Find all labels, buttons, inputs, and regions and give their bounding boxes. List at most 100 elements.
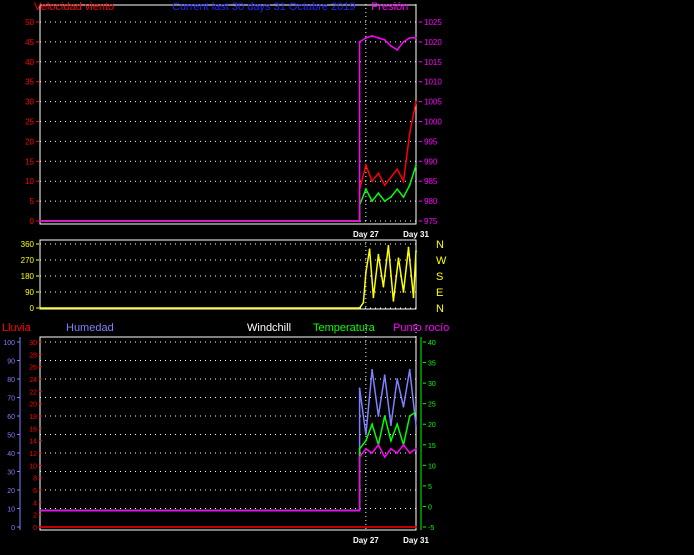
tick-label: 80 <box>7 377 15 384</box>
tick-label: 10 <box>7 507 15 514</box>
compass-label: E <box>436 287 443 299</box>
direction-series-line <box>40 245 417 309</box>
tick-label: 15 <box>428 443 436 450</box>
tick-label: 995 <box>424 137 438 146</box>
dewpoint-point <box>364 447 367 450</box>
tick-label: 30 <box>25 98 34 107</box>
compass-label: S <box>436 271 443 283</box>
dewpoint-point <box>377 443 380 446</box>
dewpoint-point <box>402 443 405 446</box>
tick-label: 985 <box>424 177 438 186</box>
tick-label: 10 <box>428 463 436 470</box>
tick-label: 270 <box>21 256 35 265</box>
direction-panel-frame <box>39 239 417 310</box>
direction-point <box>412 296 415 299</box>
dewpoint-point <box>408 452 411 454</box>
tick-label: 90 <box>25 288 34 297</box>
humidity-point <box>364 433 367 436</box>
tick-label: 50 <box>7 433 15 440</box>
tick-label: 20 <box>7 488 15 495</box>
wind-speed-tick-labels: 0 5 10 15 20 25 30 35 40 45 50 <box>25 18 39 226</box>
compass-label: W <box>436 255 447 267</box>
tick-label: 5 <box>30 197 35 206</box>
tick-label: 26 <box>29 365 37 372</box>
compass-label: N <box>436 239 444 251</box>
tick-label: 0 <box>11 525 15 532</box>
tick-label: 0 <box>33 525 37 532</box>
pressure-tick-labels: 975 980 985 990 995 1000 1005 1010 1015 1020 1025 <box>419 18 442 226</box>
day-label: Day 31 <box>403 230 429 239</box>
tick-label: 360 <box>21 240 35 249</box>
tick-label: 90 <box>7 359 15 366</box>
temperature-point <box>396 423 399 426</box>
pressure-point <box>371 35 374 37</box>
wind-panel-day-labels: Day 27 Day 31 <box>353 230 429 239</box>
weather-charts: 05101520253035404550 9759809859909951000… <box>2 1 449 545</box>
tick-label: 100 <box>3 340 15 347</box>
tick-label: 10 <box>29 463 37 470</box>
tick-label: 12 <box>29 451 37 458</box>
day-label: Day 31 <box>403 536 429 545</box>
tick-label: 10 <box>25 177 34 186</box>
direction-point <box>397 257 400 260</box>
tick-label: 15 <box>25 157 34 166</box>
direction-point <box>377 253 380 256</box>
pressure-point <box>358 41 361 43</box>
tick-label: -5 <box>428 525 434 532</box>
humidity-tick-labels: 0 10 20 30 40 50 60 70 80 90 100 <box>3 340 20 532</box>
gust-point <box>415 164 417 167</box>
tick-label: 25 <box>25 118 34 127</box>
humidity-point <box>390 424 392 427</box>
tick-label: 1005 <box>424 98 442 107</box>
dewpoint-point <box>371 452 374 454</box>
pressure-point <box>402 41 405 43</box>
direction-point <box>382 285 385 288</box>
tick-label: 20 <box>428 422 436 429</box>
temperature-point <box>383 415 386 417</box>
rain-point <box>415 526 417 528</box>
pressure-point <box>396 48 399 51</box>
direction-point <box>362 301 365 304</box>
direction-point <box>368 248 371 251</box>
tick-label: 40 <box>25 58 34 67</box>
tick-label: 180 <box>21 272 35 281</box>
direction-point <box>415 250 417 253</box>
humidity-point <box>415 424 417 427</box>
tick-label: 40 <box>7 451 15 458</box>
tick-label: 22 <box>29 389 37 396</box>
tick-label: 2 <box>33 513 37 520</box>
wind-point <box>390 176 392 179</box>
tick-label: 50 <box>25 18 34 27</box>
tick-label: 40 <box>428 340 436 347</box>
tick-label: 0 <box>428 504 432 511</box>
gust-point <box>364 188 367 191</box>
pressure-point <box>408 37 411 39</box>
pressure-point <box>390 44 392 47</box>
day-label: Day 27 <box>353 536 379 545</box>
pressure-point <box>364 37 367 39</box>
tick-label: 30 <box>29 340 37 347</box>
direction-point <box>358 307 361 309</box>
dewpoint-point <box>396 452 399 454</box>
tick-label: 14 <box>29 439 37 446</box>
tick-label: 6 <box>33 488 37 495</box>
dewpoint-point <box>415 447 417 450</box>
tick-label: 5 <box>428 484 432 491</box>
tick-label: 980 <box>424 197 438 206</box>
direction-point <box>364 271 367 274</box>
gust-point <box>408 184 411 187</box>
temperature-point <box>390 439 392 442</box>
tick-label: 18 <box>29 414 37 421</box>
temperature-point <box>415 410 417 413</box>
dewpoint-axis-label: Punto rocío <box>393 322 449 334</box>
tick-label: 8 <box>33 476 37 483</box>
direction-point <box>387 244 390 247</box>
humidity-point <box>383 374 386 377</box>
humidity-point <box>377 415 380 417</box>
temperature-panel-series <box>39 368 417 528</box>
dewpoint-point <box>39 509 41 512</box>
direction-point <box>402 291 405 293</box>
humidity-point <box>408 368 411 371</box>
gust-point <box>377 192 380 195</box>
direction-tick-labels: 0 90 180 270 360 <box>21 240 39 313</box>
